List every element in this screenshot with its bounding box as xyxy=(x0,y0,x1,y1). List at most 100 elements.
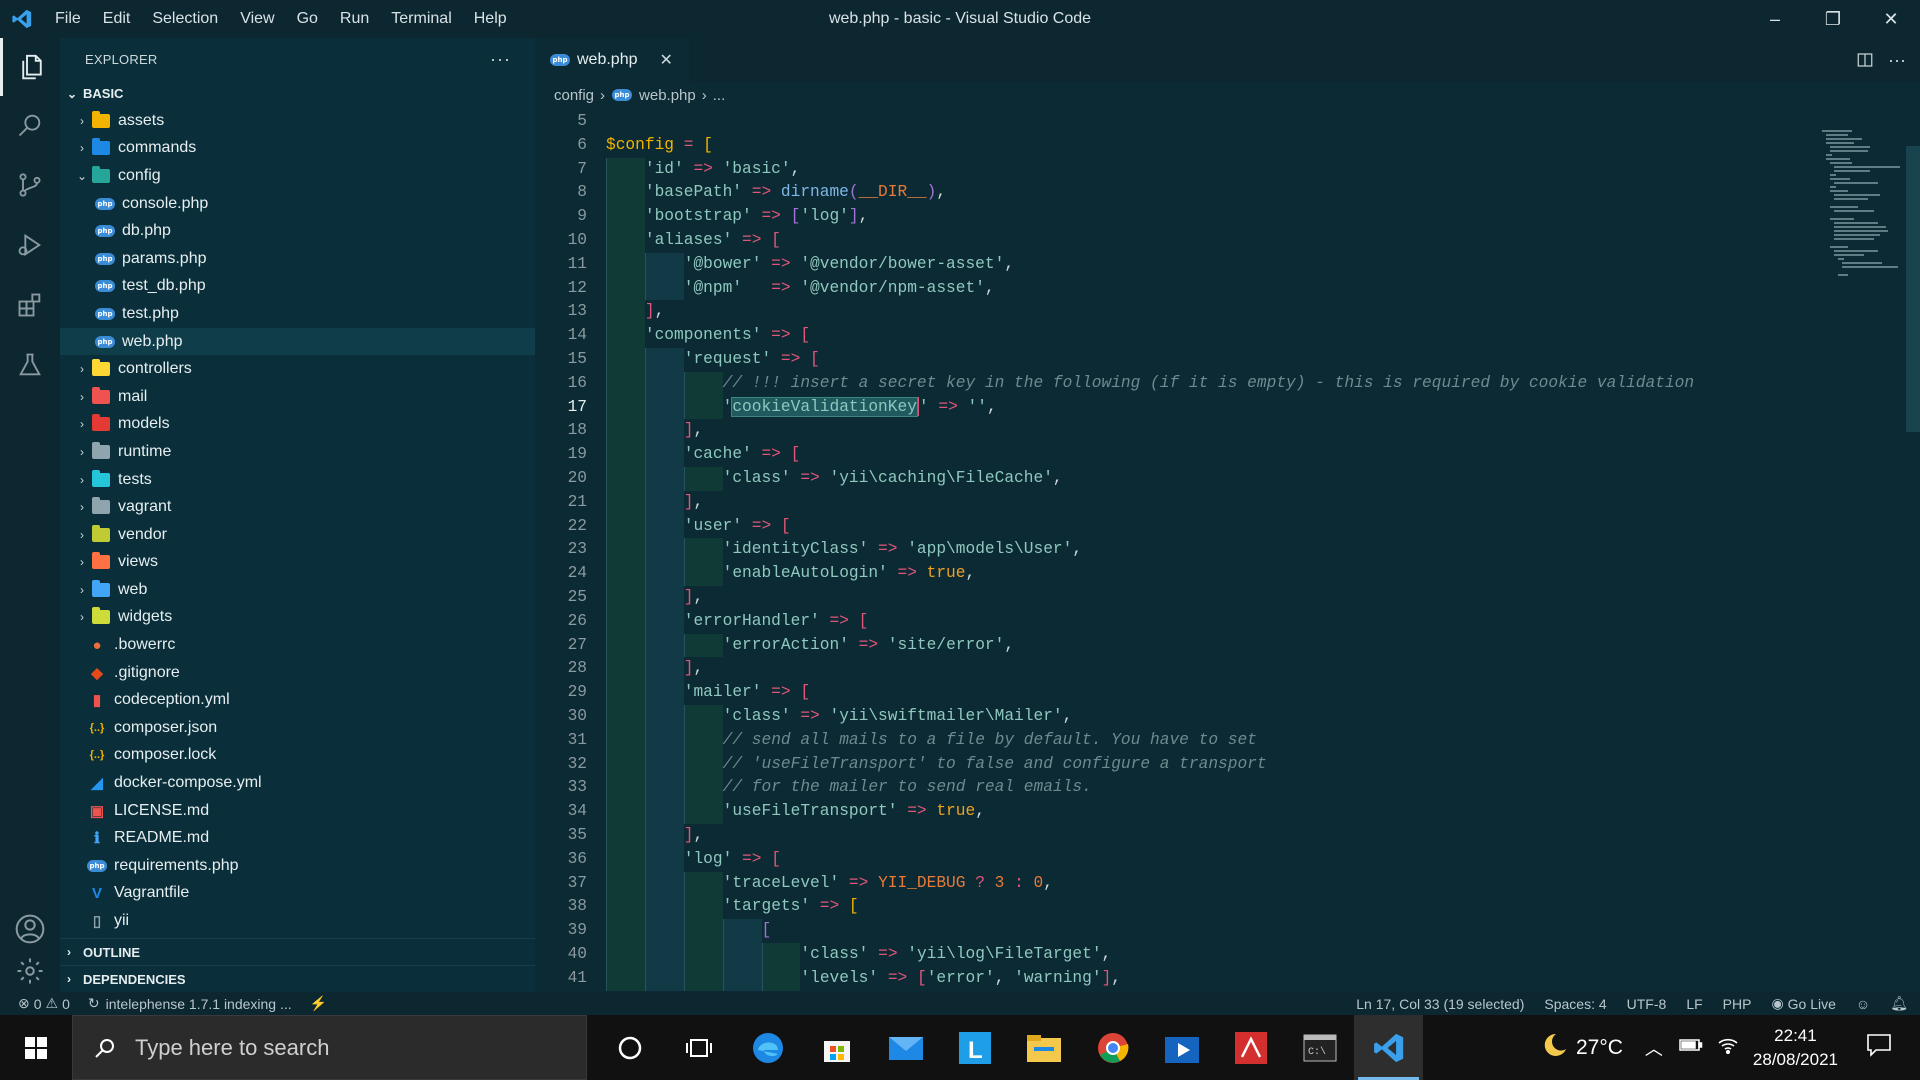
code-line[interactable]: 24 'enableAutoLogin' => true, xyxy=(535,562,1785,586)
more-actions-icon[interactable]: ··· xyxy=(490,49,511,70)
close-window-button[interactable]: ✕ xyxy=(1862,0,1920,38)
media-icon[interactable] xyxy=(1147,1015,1216,1080)
tree-file[interactable]: php params.php xyxy=(60,245,535,273)
tree-folder[interactable]: › vagrant xyxy=(60,493,535,521)
weather-moon-icon[interactable] xyxy=(1540,1031,1568,1064)
code-line[interactable]: 11 '@bower' => '@vendor/bower-asset', xyxy=(535,252,1785,277)
tree-file[interactable]: ◢ docker-compose.yml xyxy=(60,769,535,797)
workspace-root[interactable]: ⌄ BASIC xyxy=(60,80,535,107)
store-icon[interactable] xyxy=(802,1015,871,1080)
outline-section[interactable]: › OUTLINE xyxy=(60,938,535,965)
menu-terminal[interactable]: Terminal xyxy=(380,0,462,38)
code-line[interactable]: 6 $config = [ xyxy=(535,134,1785,158)
code-line[interactable]: 13], xyxy=(535,300,1785,325)
code-line[interactable]: 9 'bootstrap' => ['log'], xyxy=(535,205,1785,229)
problems-status[interactable]: ⊗ 0 ⚠ 0 xyxy=(18,995,70,1012)
code-line[interactable]: 32 // 'useFileTransport' to false and con… xyxy=(535,752,1785,777)
code-line[interactable]: 20 'class' => 'yii\caching\FileCache', xyxy=(535,467,1785,491)
code-line[interactable]: 8 'basePath' => dirname(__DIR__), xyxy=(535,181,1785,206)
restore-button[interactable]: ❐ xyxy=(1804,0,1862,38)
code-line[interactable]: 28], xyxy=(535,657,1785,682)
tree-folder[interactable]: › tests xyxy=(60,466,535,494)
tree-file[interactable]: php console.php xyxy=(60,190,535,218)
terminal-icon[interactable]: C:\ xyxy=(1285,1015,1354,1080)
tab-web-php[interactable]: php web.php ✕ xyxy=(535,38,689,82)
tree-folder[interactable]: › runtime xyxy=(60,438,535,466)
breadcrumb-symbol[interactable]: ... xyxy=(713,87,726,104)
code-line[interactable]: 26 'errorHandler' => [ xyxy=(535,609,1785,634)
code-line[interactable]: 35], xyxy=(535,824,1785,848)
split-editor-icon[interactable] xyxy=(1856,51,1874,69)
tree-file[interactable]: {..} composer.lock xyxy=(60,742,535,770)
scrollbar-thumb[interactable] xyxy=(1906,146,1920,432)
menu-file[interactable]: File xyxy=(44,0,92,38)
code-line[interactable]: 23 'identityClass' => 'app\models\User', xyxy=(535,538,1785,563)
run-debug-icon[interactable] xyxy=(0,216,60,274)
code-line[interactable]: 40 'class' => 'yii\log\FileTarget', xyxy=(535,943,1785,967)
tree-file[interactable]: ▮ codeception.yml xyxy=(60,686,535,714)
search-icon[interactable] xyxy=(0,96,60,154)
mail-icon[interactable] xyxy=(871,1015,940,1080)
tree-file[interactable]: php web.php xyxy=(60,327,535,356)
feedback-icon[interactable]: ☺ xyxy=(1856,996,1870,1012)
code-line[interactable]: 12 '@npm' => '@vendor/npm-asset', xyxy=(535,276,1785,301)
dependencies-section[interactable]: › DEPENDENCIES xyxy=(60,965,535,992)
code-line[interactable]: 22 'user' => [ xyxy=(535,514,1785,539)
notifications-bell-icon[interactable]: 🔔︎ xyxy=(1890,995,1908,1012)
tree-folder[interactable]: › widgets xyxy=(60,604,535,632)
code-line[interactable]: 10 'aliases' => [ xyxy=(535,229,1785,253)
language-mode[interactable]: PHP xyxy=(1723,996,1752,1012)
tree-folder[interactable]: › views xyxy=(60,549,535,577)
editor-scrollbar[interactable] xyxy=(1906,108,1920,992)
code-line[interactable]: 18], xyxy=(535,419,1785,444)
tree-file[interactable]: php db.php xyxy=(60,217,535,245)
code-line[interactable]: 29 'mailer' => [ xyxy=(535,681,1785,705)
tree-file[interactable]: ▯ yii xyxy=(60,907,535,935)
tree-file[interactable]: ● .bowerrc xyxy=(60,631,535,659)
acrobat-icon[interactable] xyxy=(1216,1015,1285,1080)
explorer-icon[interactable] xyxy=(0,38,60,96)
code-line[interactable]: 39 [ xyxy=(535,919,1785,943)
tree-folder[interactable]: › models xyxy=(60,411,535,439)
file-explorer-icon[interactable] xyxy=(1009,1015,1078,1080)
code-line[interactable]: 16 // !!! insert a secret key in the foll… xyxy=(535,371,1785,396)
windows-start-icon[interactable] xyxy=(0,1015,72,1080)
chevron-up-icon[interactable]: ︿ xyxy=(1645,1035,1663,1061)
menu-go[interactable]: Go xyxy=(286,0,329,38)
code-line[interactable]: 30 'class' => 'yii\swiftmailer\Mailer', xyxy=(535,705,1785,729)
line-ending[interactable]: LF xyxy=(1686,996,1702,1012)
code-line[interactable]: 25], xyxy=(535,586,1785,610)
code-line[interactable]: 27 'errorAction' => 'site/error', xyxy=(535,633,1785,658)
code-line[interactable]: 21], xyxy=(535,490,1785,515)
cortana-icon[interactable] xyxy=(595,1015,664,1080)
minimize-button[interactable]: – xyxy=(1746,0,1804,38)
code-line[interactable]: 5 xyxy=(535,110,1785,134)
wifi-icon[interactable] xyxy=(1717,1035,1739,1060)
source-control-icon[interactable] xyxy=(0,156,60,214)
breadcrumb-file[interactable]: web.php xyxy=(639,87,696,104)
edge-icon[interactable] xyxy=(733,1015,802,1080)
code-line[interactable]: 33 // for the mailer to send real emails. xyxy=(535,776,1785,801)
tree-folder[interactable]: › controllers xyxy=(60,355,535,383)
code-line[interactable]: 41 'levels' => ['error', 'warning'], xyxy=(535,966,1785,991)
menu-selection[interactable]: Selection xyxy=(141,0,229,38)
testing-icon[interactable] xyxy=(0,336,60,394)
tree-file[interactable]: php requirements.php xyxy=(60,852,535,880)
tree-file[interactable]: ◆ .gitignore xyxy=(60,659,535,687)
notification-center-icon[interactable] xyxy=(1866,1033,1892,1062)
menu-run[interactable]: Run xyxy=(329,0,380,38)
cursor-position[interactable]: Ln 17, Col 33 (19 selected) xyxy=(1356,996,1524,1012)
tree-folder[interactable]: › web xyxy=(60,576,535,604)
taskbar-search[interactable]: Type here to search xyxy=(72,1015,587,1080)
plug-icon[interactable]: ⚡ xyxy=(310,995,327,1012)
vscode-icon[interactable] xyxy=(1354,1015,1423,1080)
tree-folder[interactable]: › assets xyxy=(60,107,535,135)
tree-file[interactable]: ▣ LICENSE.md xyxy=(60,797,535,825)
code-line[interactable]: 19 'cache' => [ xyxy=(535,443,1785,467)
indexing-status[interactable]: ↻ intelephense 1.7.1 indexing ... xyxy=(88,995,292,1012)
tree-folder[interactable]: › commands xyxy=(60,135,535,163)
tree-file[interactable]: {..} composer.json xyxy=(60,714,535,742)
tree-file[interactable]: V Vagrantfile xyxy=(60,880,535,908)
l-app-icon[interactable]: L xyxy=(940,1015,1009,1080)
menu-help[interactable]: Help xyxy=(463,0,518,38)
